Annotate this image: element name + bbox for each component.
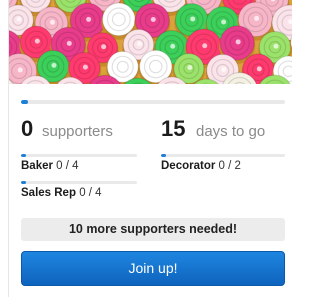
supporters-needed-notice: 10 more supporters needed! <box>21 218 285 241</box>
role-name: Sales Rep <box>21 187 76 199</box>
cupcakes-photo <box>9 0 292 84</box>
role-sales-rep: Sales Rep 0 / 4 <box>21 187 102 200</box>
join-button[interactable]: Join up! <box>21 251 285 286</box>
role-count: 0 / 2 <box>218 160 241 172</box>
supporters-label: supporters <box>42 123 113 140</box>
role-decorator-progress-bar <box>161 154 285 157</box>
role-count: 0 / 4 <box>56 160 79 172</box>
role-baker-progress-fill <box>21 154 26 157</box>
role-baker-progress-bar <box>21 154 137 157</box>
campaign-card: 0 supporters 15 days to go Baker 0 / 4 D… <box>8 0 292 297</box>
role-baker: Baker 0 / 4 <box>21 160 79 173</box>
role-decorator: Decorator 0 / 2 <box>161 160 241 173</box>
role-sales-rep-progress-fill <box>21 181 26 184</box>
hero-image <box>9 0 292 84</box>
campaign-progress-bar <box>21 100 285 104</box>
role-name: Baker <box>21 160 53 172</box>
supporters-count: 0 <box>21 116 34 141</box>
role-name: Decorator <box>161 160 216 172</box>
role-count: 0 / 4 <box>79 187 102 199</box>
days-count: 15 <box>161 116 186 141</box>
role-decorator-progress-fill <box>161 154 166 157</box>
role-sales-rep-progress-bar <box>21 181 137 184</box>
days-label: days to go <box>196 123 266 140</box>
campaign-progress-fill <box>21 100 28 104</box>
